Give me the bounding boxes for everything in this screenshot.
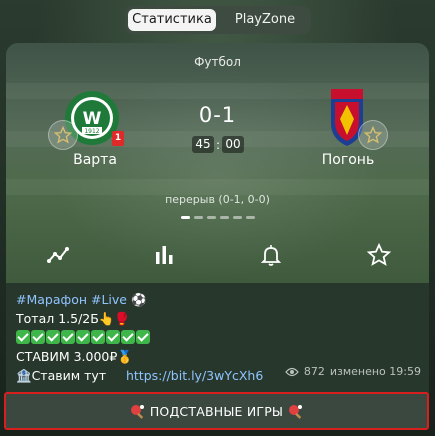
- check-icon: [31, 330, 45, 344]
- svg-text:1912: 1912: [84, 128, 99, 135]
- ping-pong-icon: [288, 404, 303, 419]
- pager-dot: [233, 216, 242, 219]
- bank-icon: 🏦: [16, 368, 32, 383]
- check-icon: [106, 330, 120, 344]
- bet-total: Тотал 1.5/2Б: [16, 311, 99, 326]
- check-icon: [61, 330, 75, 344]
- bell-icon: [260, 245, 282, 266]
- pointing-boxing-icon: 👆🥊: [98, 311, 130, 326]
- post-meta: 872 изменено 19:59: [285, 365, 421, 378]
- match-timer: 45 : 00: [192, 136, 244, 153]
- pager-dot-active: [181, 216, 190, 219]
- stats-bars-icon: [156, 246, 173, 264]
- hashtags[interactable]: #Марафон #Live: [16, 292, 127, 307]
- star-icon: [364, 126, 382, 144]
- pager-dot: [246, 216, 255, 219]
- timer-minutes: 45: [192, 136, 214, 153]
- check-icon: [121, 330, 135, 344]
- check-icon: [76, 330, 90, 344]
- away-team-name: Погонь: [321, 152, 375, 168]
- tab-playzone[interactable]: PlayZone: [222, 9, 308, 31]
- notify-button[interactable]: [255, 239, 287, 271]
- match-score: 0-1: [198, 103, 237, 127]
- pager-dot: [194, 216, 203, 219]
- check-row: [16, 328, 426, 347]
- pager-dots: [181, 216, 255, 219]
- ping-pong-icon: [130, 404, 145, 419]
- timer-seconds: 00: [222, 136, 244, 153]
- bet-link[interactable]: https://bit.ly/3wYcXh6: [126, 368, 263, 383]
- trend-button[interactable]: [42, 239, 74, 271]
- soccer-ball-icon: ⚽: [130, 292, 147, 307]
- check-icon: [91, 330, 105, 344]
- button-label: ПОДСТАВНЫЕ ИГРЫ: [149, 403, 284, 419]
- eye-icon: [285, 367, 299, 376]
- check-icon: [46, 330, 60, 344]
- substitute-games-button[interactable]: ПОДСТАВНЫЕ ИГРЫ: [4, 392, 429, 430]
- match-status: перерыв (0-1, 0-0): [165, 193, 270, 206]
- bars-button[interactable]: [148, 239, 180, 271]
- medal-icon: 🥇: [117, 349, 133, 364]
- home-team-name: Варта: [73, 152, 117, 168]
- check-icon: [16, 330, 30, 344]
- tab-statistics[interactable]: Статистика: [128, 9, 216, 31]
- stats-trend-icon: [47, 247, 69, 263]
- stake-text: СТАВИМ 3.000₽: [16, 349, 118, 364]
- pager-dot: [220, 216, 229, 219]
- edited-time: изменено 19:59: [329, 365, 421, 378]
- segmented-tabs: Статистика PlayZone: [125, 6, 311, 34]
- check-icon: [136, 330, 150, 344]
- match-card: Футбол W 1912 1 Варта Погонь 0-1 45: 00…: [6, 43, 429, 428]
- bet-here-text: Ставим тут: [31, 368, 107, 383]
- star-icon: [54, 126, 72, 144]
- home-red-card-badge: 1: [112, 131, 124, 146]
- pager-dot: [207, 216, 216, 219]
- sport-label: Футбол: [194, 55, 241, 69]
- favorite-button[interactable]: [363, 239, 395, 271]
- view-count: 872: [303, 365, 325, 378]
- scoreboard: Футбол W 1912 1 Варта Погонь 0-1 45: 00…: [6, 43, 429, 283]
- star-icon: [366, 242, 392, 266]
- action-bar: [6, 239, 429, 271]
